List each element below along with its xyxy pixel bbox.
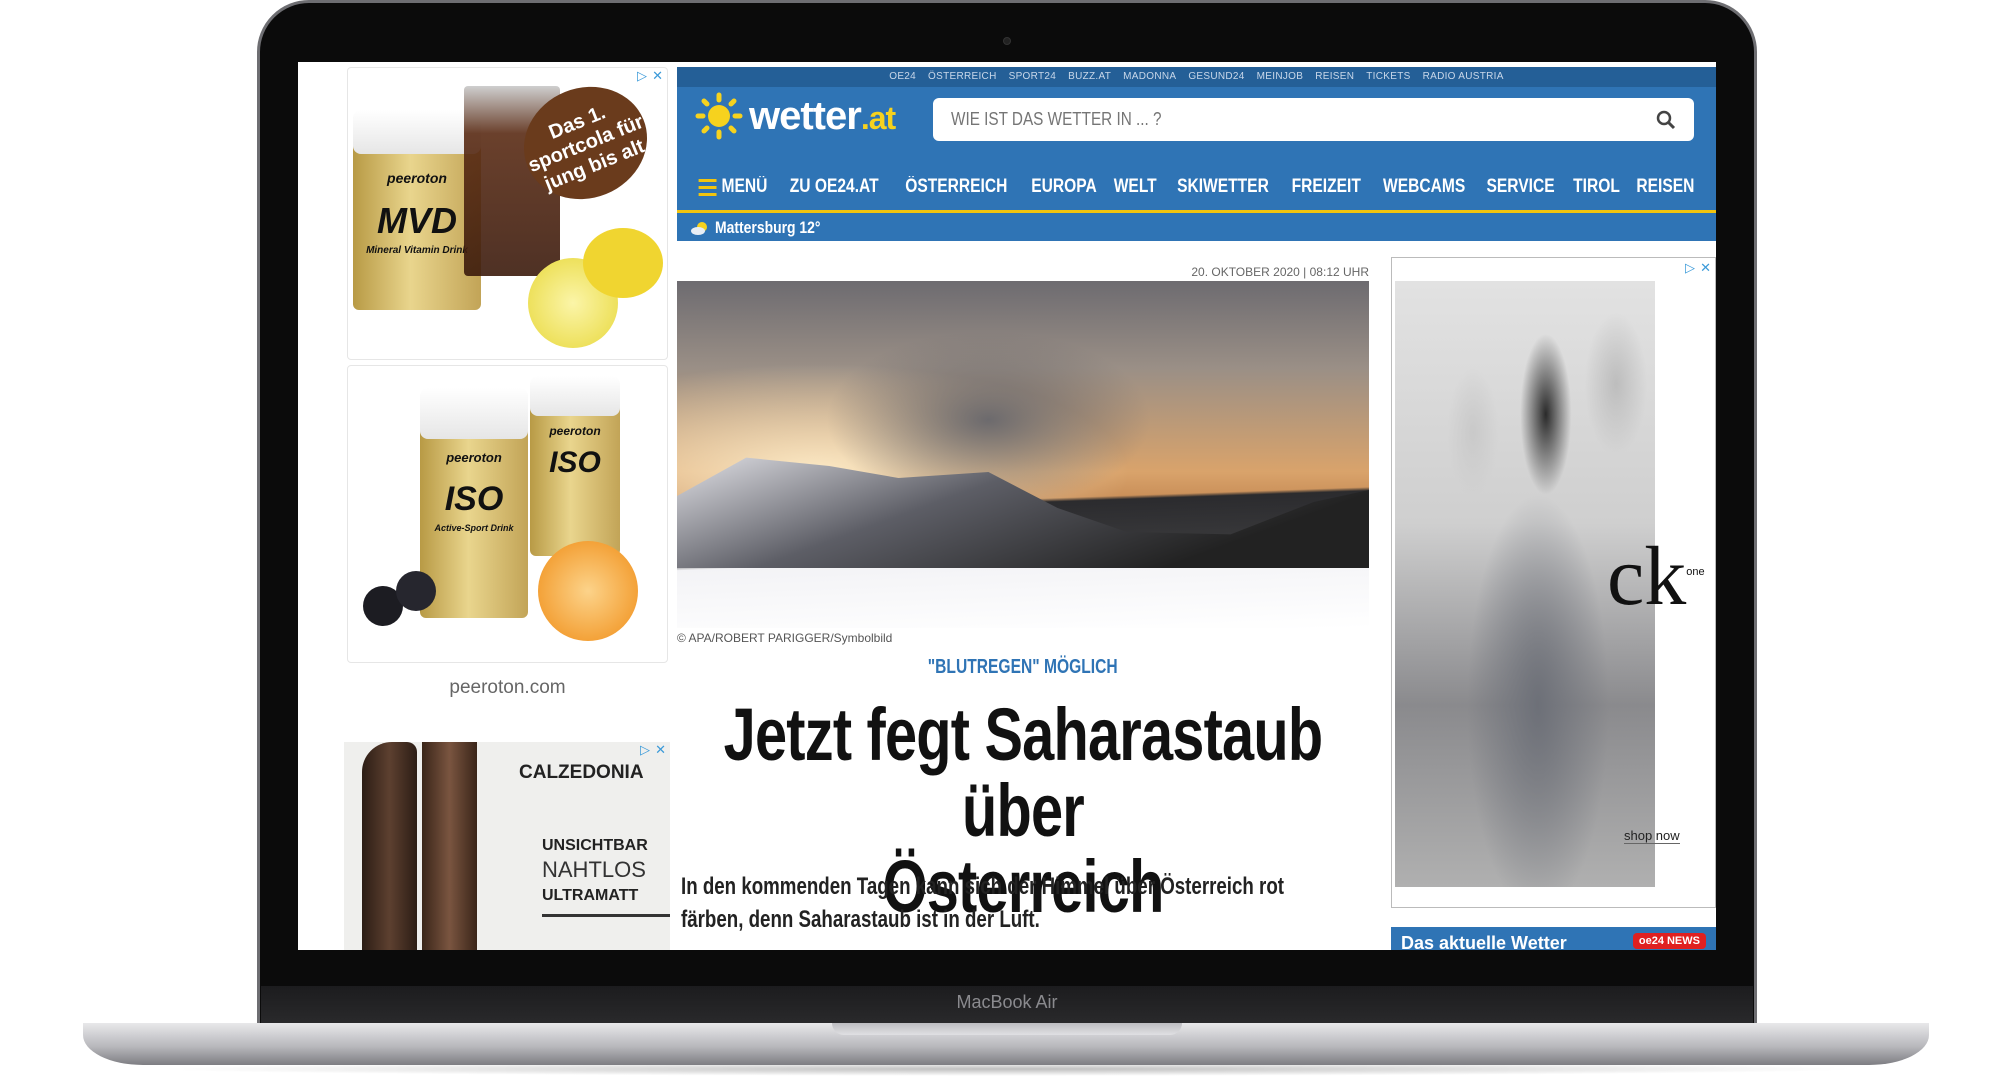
product-sub: Mineral Vitamin Drink [366, 245, 468, 256]
blackcurrant-image [396, 571, 436, 611]
brand-label: peeroton [446, 450, 502, 465]
product-label: MVD [377, 200, 457, 241]
nav-item[interactable]: REISEN [1637, 176, 1695, 198]
network-link[interactable]: TICKETS [1366, 71, 1410, 82]
ad-domain-link[interactable]: peeroton.com [347, 677, 668, 699]
mvd-can: peeroton MVD Mineral Vitamin Drink [353, 110, 481, 310]
search-input[interactable] [951, 109, 1506, 130]
adchoices-icon[interactable]: ▷ [1685, 260, 1695, 276]
ad-text: NAHTLOS [542, 857, 646, 882]
brand-label: CALZEDONIA [519, 762, 644, 783]
network-link[interactable]: OE24 [889, 71, 916, 82]
network-link[interactable]: GESUND24 [1188, 71, 1244, 82]
iso-can: peeroton ISO Active-Sport Drink [420, 388, 528, 618]
mountains [677, 457, 1369, 568]
nav-item[interactable]: SERVICE [1487, 176, 1555, 198]
peeroton-ad-mvd[interactable]: ▷ ✕ peeroton MVD Mineral Vitamin Drink D… [347, 67, 668, 360]
device-label: MacBook Air [956, 992, 1058, 1012]
network-link[interactable]: REISEN [1315, 71, 1354, 82]
nav-item[interactable]: ÖSTERREICH [905, 176, 1007, 198]
adchoices-icon[interactable]: ▷ [637, 68, 647, 84]
product-label: ISO [444, 480, 504, 518]
search-bar[interactable] [933, 98, 1694, 141]
nav-item[interactable]: ZU OE24.AT [790, 176, 879, 198]
article-kicker: "BLUTREGEN" MÖGLICH [928, 656, 1118, 678]
nav-item[interactable]: TIROL [1573, 176, 1620, 198]
laptop-notch [832, 1023, 1182, 1035]
menu-button[interactable]: MENÜ [698, 176, 768, 198]
image-credit: © APA/ROBERT PARIGGER/Symbolbild [677, 631, 893, 645]
article-image[interactable] [677, 281, 1369, 628]
brand-label: peeroton [549, 424, 601, 438]
oe24-news-badge: oe24 NEWS [1632, 933, 1706, 949]
nav-item[interactable]: WELT [1114, 176, 1157, 198]
nav-item[interactable]: EUROPA [1031, 176, 1097, 198]
logo-text: wetter.at [749, 93, 896, 138]
site-header: OE24 ÖSTERREICH SPORT24 BUZZ.AT MADONNA GESUN… [677, 67, 1716, 241]
product-sub: Active-Sport Drink [434, 523, 514, 533]
article-lead: In den kommenden Tagen kann sich der Him… [681, 873, 1285, 933]
nav-item[interactable]: FREIZEIT [1292, 176, 1361, 198]
site-logo[interactable]: wetter.at [695, 91, 896, 141]
shop-now-link[interactable]: shop now [1624, 828, 1680, 844]
search-icon[interactable] [1656, 110, 1676, 130]
calvin-klein-ad[interactable]: ▷ ✕ ckone shop now [1391, 257, 1716, 908]
camera [1003, 37, 1011, 45]
network-links: OE24 ÖSTERREICH SPORT24 BUZZ.AT MADONNA GESUN… [677, 67, 1716, 87]
sun-icon [695, 92, 743, 140]
close-ad-icon[interactable]: ✕ [1700, 260, 1711, 276]
orange-image [538, 541, 638, 641]
browser-viewport: ▷ ✕ peeroton MVD Mineral Vitamin Drink D… [298, 62, 1716, 950]
hamburger-icon [698, 179, 717, 196]
nav-item[interactable]: WEBCAMS [1383, 176, 1465, 198]
network-link[interactable]: BUZZ.AT [1068, 71, 1111, 82]
location-label: Mattersburg 12° [715, 218, 821, 237]
product-label: ISO [549, 446, 601, 479]
current-location-weather[interactable]: Mattersburg 12° [691, 215, 844, 241]
calzedonia-ad[interactable]: ▷ ✕ CALZEDONIA UNSICHTBAR NAHTLOS ULTRAM… [344, 742, 670, 950]
iso-can: peeroton ISO [530, 376, 620, 556]
weather-video-box[interactable]: Das aktuelle Wetter oe24 NEWS [1391, 927, 1716, 950]
ad-text: UNSICHTBAR [542, 837, 648, 854]
accent-line [677, 210, 1716, 213]
peeroton-ad-iso[interactable]: peeroton ISO Active-Sport Drink peeroton… [347, 365, 668, 663]
main-nav: MENÜ ZU OE24.AT ÖSTERREICH EUROPA WELT S… [691, 167, 1701, 207]
network-link[interactable]: RADIO AUSTRIA [1423, 71, 1504, 82]
brand-label: peeroton [387, 170, 447, 186]
menu-label: MENÜ [721, 176, 768, 197]
close-ad-icon[interactable]: ✕ [652, 68, 663, 84]
network-link[interactable]: MEINJOB [1257, 71, 1304, 82]
legs-image [362, 742, 417, 950]
network-link[interactable]: SPORT24 [1009, 71, 1057, 82]
lemon-image [583, 228, 663, 298]
ad-text: ULTRAMATT [542, 887, 639, 904]
legs-image [422, 742, 477, 950]
article-date: 20. OKTOBER 2020 | 08:12 UHR [1191, 265, 1369, 279]
ck-logo: ckone [1607, 530, 1705, 623]
nav-item[interactable]: SKIWETTER [1177, 176, 1269, 198]
partly-cloudy-icon [691, 222, 707, 235]
network-link[interactable]: ÖSTERREICH [928, 71, 997, 82]
network-link[interactable]: MADONNA [1123, 71, 1176, 82]
